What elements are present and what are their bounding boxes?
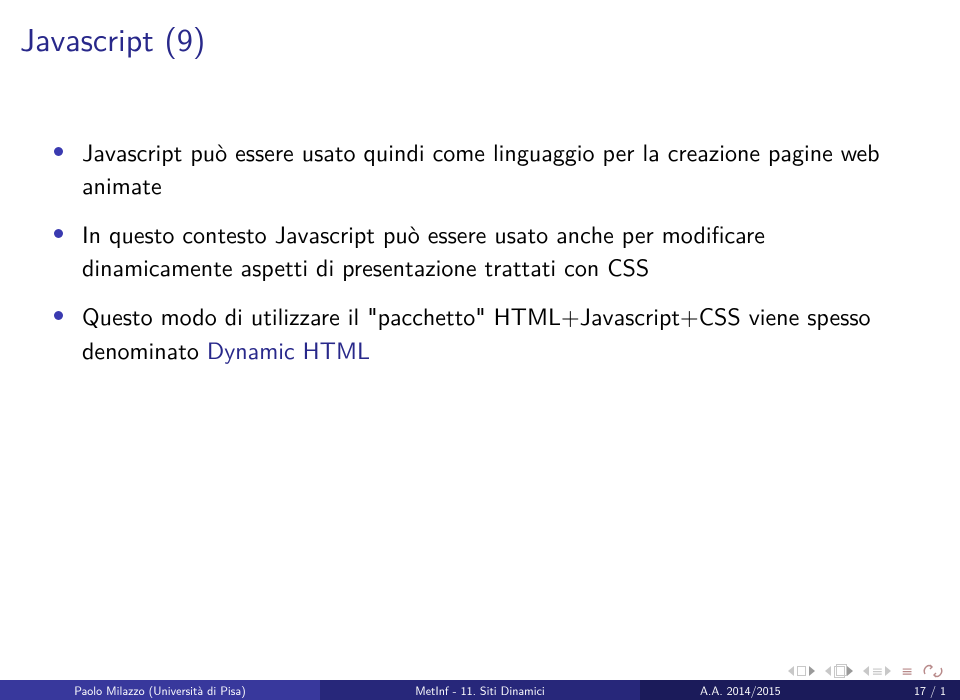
- triangle-right-icon: [885, 666, 891, 676]
- refresh-icon[interactable]: [922, 664, 944, 678]
- bullet-item: Questo modo di utilizzare il "pacchetto"…: [54, 299, 920, 365]
- lines-icon: ≡: [872, 664, 883, 678]
- nav-back-forward[interactable]: ≡: [863, 664, 892, 678]
- slide-title: Javascript (9): [20, 14, 205, 61]
- bullet-text-accent: Dynamic HTML: [207, 332, 370, 367]
- nav-toolbar: ≡ ≡: [788, 664, 944, 678]
- menu-lines-icon[interactable]: ≡: [901, 664, 912, 678]
- bullet-text: Questo modo di utilizzare il "pacchetto"…: [82, 298, 871, 366]
- triangle-left-icon: [825, 666, 831, 676]
- footer-year: A.A. 2014/2015: [700, 681, 781, 699]
- footer-author: Paolo Milazzo (Università di Pisa): [0, 680, 320, 700]
- triangle-left-icon: [788, 666, 794, 676]
- nav-section-prev-next[interactable]: [825, 666, 853, 676]
- slide-content: Javascript può essere usato quindi come …: [54, 135, 920, 382]
- bullet-item: In questo contesto Javascript può essere…: [54, 217, 920, 283]
- footer: Paolo Milazzo (Università di Pisa) MetIn…: [0, 680, 960, 700]
- nav-slide-prev-next[interactable]: [788, 666, 815, 676]
- triangle-left-icon: [863, 666, 869, 676]
- footer-page: 17 / 1: [914, 681, 946, 699]
- bullet-item: Javascript può essere usato quindi come …: [54, 135, 920, 201]
- bullet-text: In questo contesto Javascript può essere…: [82, 216, 765, 284]
- triangle-right-icon: [847, 666, 853, 676]
- triangle-right-icon: [809, 666, 815, 676]
- bullet-text: Javascript può essere usato quindi come …: [82, 134, 880, 202]
- footer-right: A.A. 2014/2015 17 / 1: [640, 680, 960, 700]
- slide: Javascript (9) Javascript può essere usa…: [0, 0, 960, 700]
- frame-icon: [797, 666, 806, 676]
- footer-title: MetInf - 11. Siti Dinamici: [320, 680, 640, 700]
- document-stack-icon: [834, 666, 844, 676]
